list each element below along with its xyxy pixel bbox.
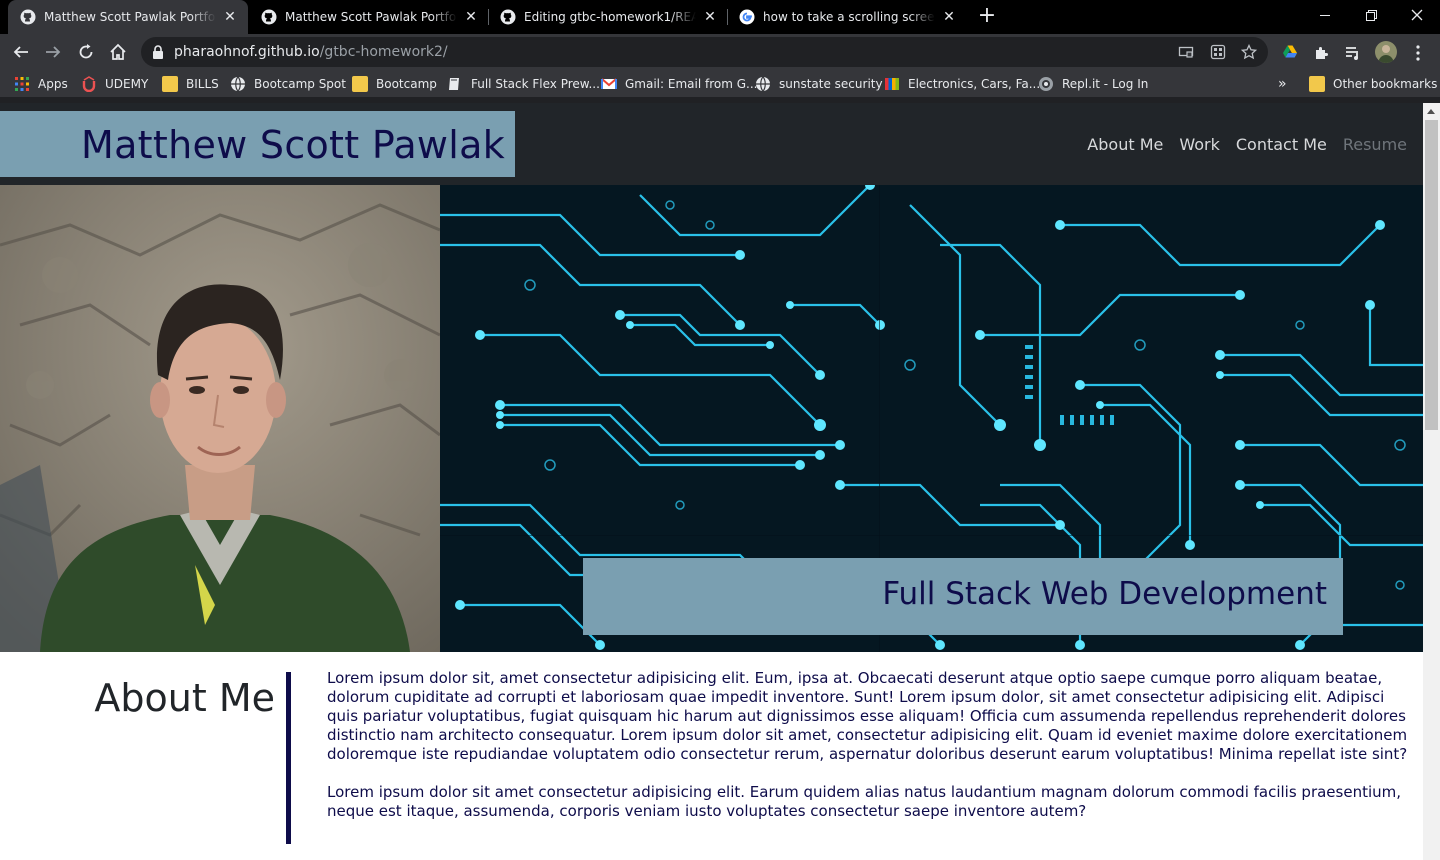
bookmark-other-bookmarks[interactable]: Other bookmarks [1309, 75, 1437, 93]
bookmark-label: Apps [38, 77, 68, 91]
bookmark-label: sunstate security [779, 77, 883, 91]
more-menu-icon[interactable] [1410, 44, 1426, 62]
media-queue-icon[interactable] [1344, 44, 1362, 62]
bookmark-gmail[interactable]: Gmail: Email from G... [601, 75, 757, 93]
brand-box: Matthew Scott Pawlak [0, 111, 515, 177]
github-icon [500, 9, 516, 25]
bookmark-label: Full Stack Flex Prew... [471, 77, 600, 91]
lock-icon [151, 44, 165, 60]
back-arrow-icon[interactable] [7, 38, 35, 66]
address-bar[interactable]: pharaohnof.github.io/gtbc-homework2/ [141, 37, 1268, 67]
bookmark-label: Electronics, Cars, Fa... [908, 77, 1041, 91]
bookmark-label: UDEMY [105, 77, 149, 91]
github-icon [20, 9, 36, 25]
globe-icon [230, 76, 246, 92]
tab-close-icon[interactable]: ✕ [463, 9, 479, 25]
browser-tab-4[interactable]: how to take a scrolling screensho ✕ [727, 0, 967, 34]
bookmark-label: Other bookmarks [1333, 77, 1438, 91]
restore-icon[interactable] [1348, 0, 1394, 30]
cast-icon[interactable] [1178, 44, 1194, 60]
replit-icon [1038, 76, 1054, 92]
about-text: Lorem ipsum dolor sit, amet consectetur … [327, 669, 1412, 821]
bookmark-sunstate-security[interactable]: sunstate security [755, 75, 883, 93]
book-icon [447, 76, 463, 92]
bookmark-apps[interactable]: Apps [14, 75, 68, 93]
tagline-box: Full Stack Web Development [583, 558, 1343, 635]
bookmarks-overflow-button[interactable]: » [1278, 75, 1287, 93]
about-divider [286, 672, 291, 844]
globe-icon [755, 76, 771, 92]
page-viewport: Matthew Scott Pawlak About Me Work Conta… [0, 103, 1423, 860]
site-nav: About Me Work Contact Me Resume [1087, 135, 1407, 154]
qr-code-icon[interactable] [1210, 44, 1226, 60]
bookmarks-bar: Apps UDEMY BILLS Bootcamp Spot Bootcamp … [0, 70, 1440, 98]
extensions-puzzle-icon[interactable] [1313, 44, 1331, 62]
minimize-icon[interactable] [1302, 0, 1348, 30]
bookmark-label: Gmail: Email from G... [625, 77, 758, 91]
tab-close-icon[interactable]: ✕ [222, 9, 238, 25]
nav-work[interactable]: Work [1179, 135, 1220, 154]
browser-tab-3[interactable]: Editing gtbc-homework1/READM ✕ [488, 0, 728, 34]
browser-tab-1[interactable]: Matthew Scott Pawlak Portfolio of ✕ [8, 0, 248, 34]
hero-section: Full Stack Web Development [0, 185, 1423, 652]
bookmark-label: Bootcamp Spot [254, 77, 346, 91]
page-scrollbar[interactable] [1423, 103, 1440, 860]
tab-close-icon[interactable]: ✕ [941, 9, 957, 25]
bookmark-bills[interactable]: BILLS [162, 75, 219, 93]
bookmark-label: BILLS [186, 77, 219, 91]
url-host: pharaohnof.github.io [174, 44, 320, 60]
nav-about-me[interactable]: About Me [1087, 135, 1163, 154]
site-brand[interactable]: Matthew Scott Pawlak [81, 123, 505, 167]
scrollbar-thumb[interactable] [1425, 120, 1438, 430]
folder-icon [1309, 76, 1325, 92]
bookmark-label: Bootcamp [376, 77, 437, 91]
new-tab-plus-icon[interactable]: + [975, 5, 999, 29]
browser-toolbar: pharaohnof.github.io/gtbc-homework2/ [0, 34, 1440, 70]
url-text: pharaohnof.github.io/gtbc-homework2/ [174, 44, 448, 60]
about-section: About Me Lorem ipsum dolor sit, amet con… [0, 652, 1423, 860]
forward-arrow-icon[interactable] [39, 38, 67, 66]
tab-close-icon[interactable]: ✕ [702, 9, 718, 25]
bookmark-bootcamp[interactable]: Bootcamp [352, 75, 437, 93]
bookmark-ebay[interactable]: Electronics, Cars, Fa... [884, 75, 1040, 93]
bookmark-star-icon[interactable] [1240, 43, 1258, 60]
nav-contact-me[interactable]: Contact Me [1236, 135, 1327, 154]
gmail-icon [601, 76, 617, 92]
about-heading: About Me [94, 676, 275, 720]
ebay-icon [884, 76, 900, 92]
bookmark-udemy[interactable]: UDEMY [81, 75, 148, 93]
tab-title: Matthew Scott Pawlak Portfolio of [285, 10, 457, 24]
folder-icon [352, 76, 368, 92]
about-paragraph-2: Lorem ipsum dolor sit amet consectetur a… [327, 783, 1402, 820]
google-drive-icon[interactable] [1282, 44, 1300, 62]
bookmark-replit[interactable]: Repl.it - Log In [1038, 75, 1148, 93]
close-window-icon[interactable] [1394, 0, 1440, 30]
site-header: Matthew Scott Pawlak About Me Work Conta… [0, 103, 1423, 185]
browser-tab-2[interactable]: Matthew Scott Pawlak Portfolio of ✕ [249, 0, 489, 34]
bookmark-bootcamp-spot[interactable]: Bootcamp Spot [230, 75, 346, 93]
url-path: /gtbc-homework2/ [319, 44, 448, 60]
tab-title: how to take a scrolling screensho [763, 10, 935, 24]
github-icon [261, 9, 277, 25]
tab-title: Matthew Scott Pawlak Portfolio of [44, 10, 216, 24]
hero-tagline: Full Stack Web Development [882, 576, 1327, 612]
apps-grid-icon [14, 76, 30, 92]
folder-icon [162, 76, 178, 92]
tab-strip: Matthew Scott Pawlak Portfolio of ✕ Matt… [0, 0, 1440, 34]
bookmark-full-stack-flex[interactable]: Full Stack Flex Prew... [447, 75, 600, 93]
udemy-icon [81, 76, 97, 93]
about-paragraph-1: Lorem ipsum dolor sit, amet consectetur … [327, 669, 1408, 763]
reload-icon[interactable] [72, 38, 100, 66]
tab-title: Editing gtbc-homework1/READM [524, 10, 696, 24]
nav-resume[interactable]: Resume [1343, 135, 1407, 154]
google-icon [739, 9, 755, 25]
bookmark-label: Repl.it - Log In [1062, 77, 1149, 91]
home-icon[interactable] [104, 38, 132, 66]
profile-avatar[interactable] [1375, 41, 1397, 63]
scroll-up-arrow-icon[interactable] [1427, 109, 1435, 114]
profile-photo [0, 185, 440, 652]
